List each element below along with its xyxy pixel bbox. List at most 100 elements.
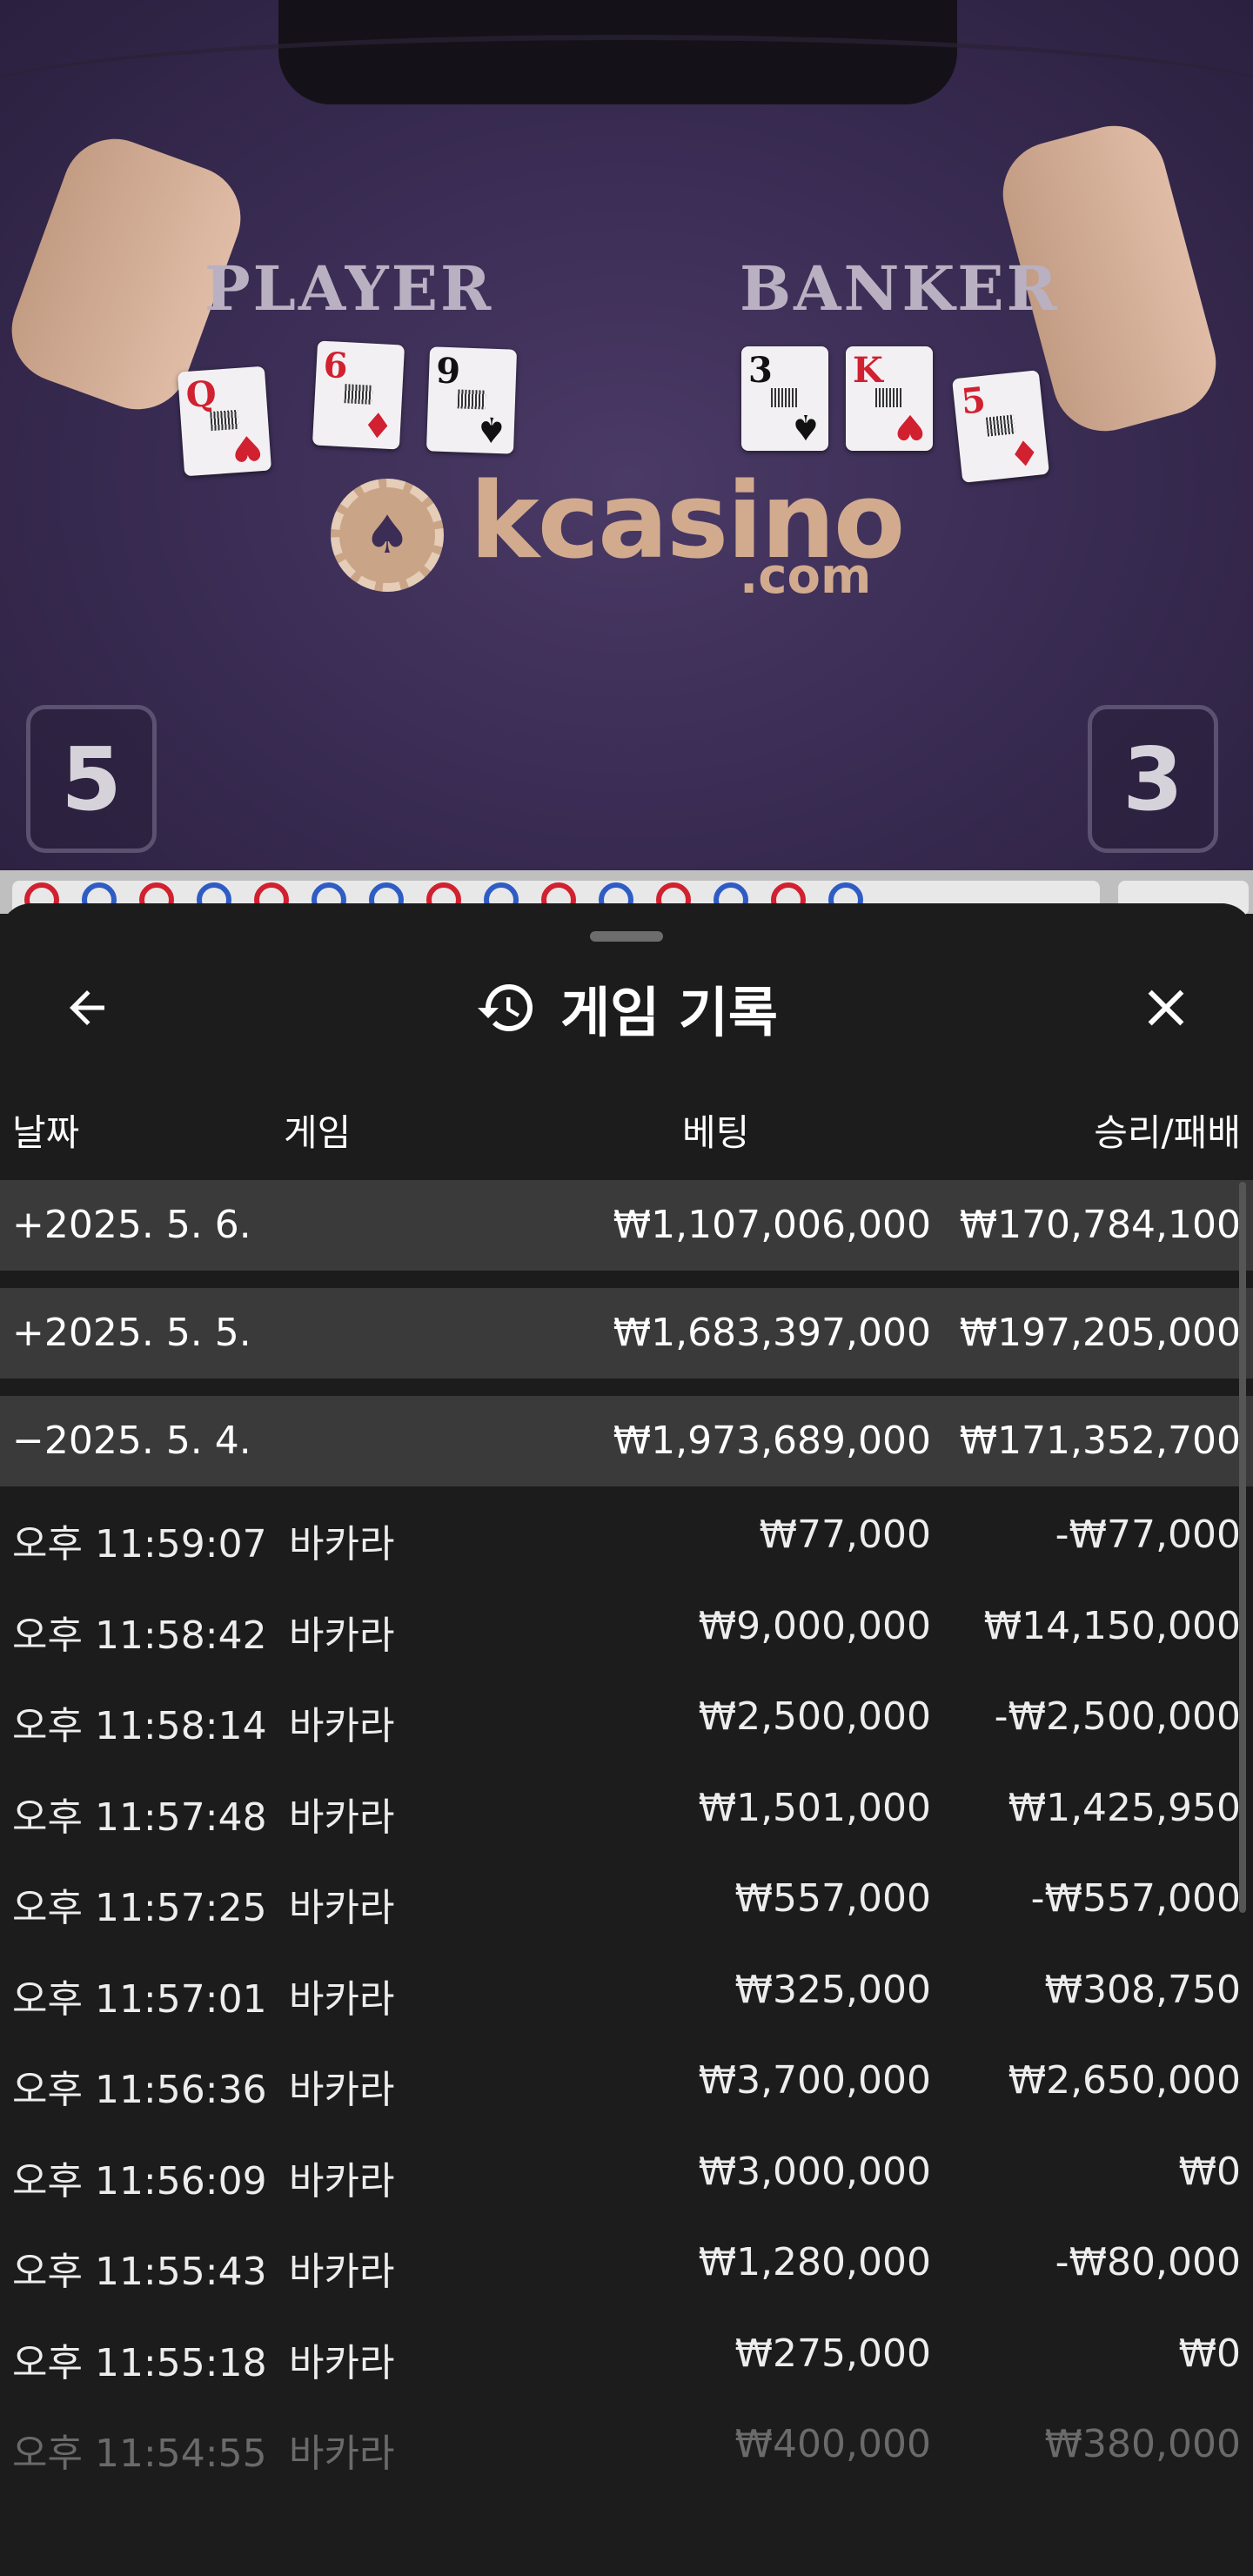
round-result: -₩80,000: [1055, 2240, 1241, 2284]
day-bet-total: ₩1,973,689,000: [613, 1419, 931, 1463]
round-result: ₩2,650,000: [1008, 2058, 1241, 2103]
day-date: +2025. 5. 6.: [12, 1203, 251, 1247]
round-time: 오후 11:58:42: [12, 1613, 267, 1658]
round-bet: ₩77,000: [759, 1513, 931, 1557]
round-result: -₩557,000: [1030, 1876, 1241, 1921]
round-game: 바카라: [289, 1976, 395, 2022]
day-date: +2025. 5. 5.: [12, 1311, 251, 1355]
round-game: 바카라: [289, 2068, 395, 2112]
back-button[interactable]: [52, 973, 122, 1043]
round-bet: ₩3,700,000: [698, 2058, 931, 2103]
round-result: ₩0: [1178, 2149, 1242, 2194]
round-record-row[interactable]: 오후 11:57:48 바카라 ₩1,501,000 ₩1,425,950: [0, 1760, 1253, 1850]
round-result: ₩380,000: [1044, 2422, 1241, 2466]
round-time: 오후 11:57:01: [12, 1976, 267, 2022]
game-history-sheet: 게임 기록 날짜 게임 베팅 승리/패배 +2025. 5. 6. ₩1,107,…: [0, 903, 1253, 2576]
playing-card: 3 ♠: [741, 346, 828, 451]
column-header-date: 날짜: [12, 1111, 80, 1154]
column-headers: 날짜 게임 베팅 승리/패배: [0, 1104, 1253, 1156]
round-record-row[interactable]: 오후 11:55:43 바카라 ₩1,280,000 -₩80,000: [0, 2214, 1253, 2304]
round-bet: ₩1,280,000: [698, 2240, 931, 2284]
card-suit: ♦: [361, 403, 395, 446]
card-rank: 6: [322, 344, 349, 387]
close-button[interactable]: [1131, 973, 1201, 1043]
round-game: 바카라: [289, 1886, 395, 1930]
round-time: 오후 11:54:55: [12, 2432, 267, 2476]
round-game: 바카라: [289, 2432, 395, 2476]
round-record-row[interactable]: 오후 11:55:18 바카라 ₩275,000 ₩0: [0, 2305, 1253, 2396]
live-video-feed: PLAYER BANKER Q ♥ 6 ♦ 9 ♠ 3 ♠ K ♥ 5 ♦ ♠ kcasino .c…: [0, 0, 1253, 870]
player-label: PLAYER: [204, 252, 494, 325]
round-game: 바카라: [289, 2250, 395, 2294]
round-game: 바카라: [289, 1613, 395, 1658]
round-bet: ₩275,000: [734, 2331, 931, 2376]
barcode: [771, 388, 799, 407]
card-rank: 3: [748, 350, 773, 391]
day-summary-row[interactable]: +2025. 5. 5. ₩1,683,397,000 ₩197,205,000: [0, 1288, 1253, 1379]
round-record-row[interactable]: 오후 11:59:07 바카라 ₩77,000 -₩77,000: [0, 1486, 1253, 1577]
round-bet: ₩3,000,000: [698, 2149, 931, 2194]
round-time: 오후 11:56:09: [12, 2158, 267, 2204]
round-record-row[interactable]: 오후 11:58:42 바카라 ₩9,000,000 ₩14,150,000: [0, 1578, 1253, 1668]
round-time: 오후 11:58:14: [12, 1704, 267, 1748]
sheet-title: 게임 기록: [560, 981, 778, 1044]
scrollbar[interactable]: [1239, 1182, 1246, 1913]
column-header-game: 게임: [284, 1111, 352, 1154]
round-time: 오후 11:57:25: [12, 1886, 267, 1930]
round-result: -₩77,000: [1055, 1513, 1241, 1557]
card-suit: ♥: [895, 406, 926, 447]
column-header-bet: 베팅: [682, 1111, 750, 1154]
day-result-total: ₩197,205,000: [959, 1311, 1241, 1355]
drag-handle[interactable]: [590, 931, 663, 942]
player-score: 5: [26, 705, 157, 853]
banker-label: BANKER: [740, 252, 1060, 325]
day-result-total: ₩171,352,700: [959, 1419, 1241, 1463]
round-bet: ₩400,000: [734, 2422, 931, 2466]
round-result: -₩2,500,000: [994, 1694, 1241, 1739]
round-record-row[interactable]: 오후 11:56:09 바카라 ₩3,000,000 ₩0: [0, 2123, 1253, 2214]
card-suit: ♦: [1007, 430, 1042, 475]
card-suit: ♥: [230, 426, 265, 470]
day-summary-row[interactable]: −2025. 5. 4. ₩1,973,689,000 ₩171,352,700: [0, 1396, 1253, 1486]
playing-card: 9 ♠: [425, 346, 518, 454]
close-icon: [1148, 989, 1184, 1026]
arrow-left-icon: [70, 990, 104, 1025]
round-record-row[interactable]: 오후 11:57:25 바카라 ₩557,000 -₩557,000: [0, 1850, 1253, 1941]
round-time: 오후 11:59:07: [12, 1522, 267, 1566]
logo-domain: .com: [740, 548, 872, 605]
day-summary-row[interactable]: +2025. 5. 6. ₩1,107,006,000 ₩170,784,100: [0, 1180, 1253, 1271]
card-suit: ♠: [475, 408, 508, 451]
round-bet: ₩9,000,000: [698, 1603, 931, 1648]
round-result: ₩0: [1178, 2331, 1242, 2376]
playing-card: K ♥: [846, 346, 933, 451]
day-bet-total: ₩1,107,006,000: [613, 1203, 931, 1247]
playing-card: 6 ♦: [312, 340, 405, 450]
round-result: ₩14,150,000: [983, 1603, 1241, 1648]
round-bet: ₩325,000: [734, 1967, 931, 2012]
round-game: 바카라: [289, 2340, 395, 2385]
round-bet: ₩1,501,000: [698, 1785, 931, 1830]
round-game: 바카라: [289, 2158, 395, 2204]
kcasino-logo: ♠ kcasino .com: [331, 461, 940, 609]
round-bet: ₩2,500,000: [698, 1694, 931, 1739]
playing-card: 5 ♦: [952, 370, 1049, 483]
card-suit: ♠: [790, 406, 821, 447]
round-record-row[interactable]: 오후 11:57:01 바카라 ₩325,000 ₩308,750: [0, 1942, 1253, 2032]
card-rank: 9: [435, 350, 461, 392]
spade-chip-icon: ♠: [331, 479, 444, 592]
barcode: [344, 384, 373, 405]
day-date: −2025. 5. 4.: [12, 1419, 251, 1463]
card-rank: Q: [184, 372, 218, 416]
day-result-total: ₩170,784,100: [959, 1203, 1241, 1247]
round-result: ₩1,425,950: [1008, 1785, 1241, 1830]
barcode: [457, 389, 486, 410]
card-rank: 5: [959, 379, 988, 423]
sheet-header: 게임 기록: [0, 973, 1253, 1044]
round-time: 오후 11:57:48: [12, 1794, 267, 1840]
round-bet: ₩557,000: [734, 1876, 931, 1921]
round-time: 오후 11:56:36: [12, 2068, 267, 2112]
round-record-row[interactable]: 오후 11:56:36 바카라 ₩3,700,000 ₩2,650,000: [0, 2032, 1253, 2123]
round-record-row[interactable]: 오후 11:58:14 바카라 ₩2,500,000 -₩2,500,000: [0, 1668, 1253, 1759]
round-time: 오후 11:55:43: [12, 2250, 267, 2294]
round-record-row[interactable]: 오후 11:54:55 바카라 ₩400,000 ₩380,000: [0, 2396, 1253, 2486]
